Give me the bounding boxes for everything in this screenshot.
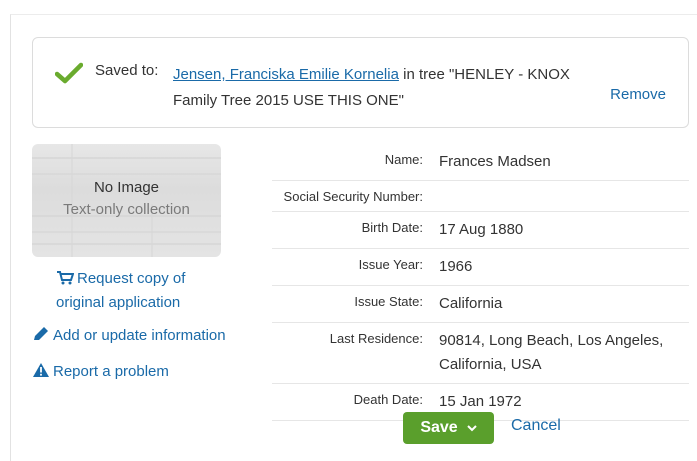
- report-problem-label: Report a problem: [53, 363, 169, 380]
- detail-label: Death Date:: [353, 392, 423, 407]
- saved-to-label: Saved to:: [95, 62, 159, 79]
- detail-value: Frances Madsen: [439, 153, 551, 170]
- cart-icon: [56, 270, 75, 292]
- no-image-title: No Image: [93, 179, 160, 196]
- detail-label: Birth Date:: [361, 220, 423, 235]
- detail-row-issue-year: Issue Year: 1966: [272, 249, 689, 286]
- text-only-subtitle: Text-only collection: [63, 201, 190, 218]
- detail-value: 90814, Long Beach, Los Angeles, Californ…: [439, 332, 664, 373]
- detail-label: Last Residence:: [329, 331, 423, 346]
- saved-to-text: Jensen, Franciska Emilie Kornelia in tre…: [173, 62, 603, 114]
- add-update-label: Add or update information: [53, 327, 226, 344]
- saved-tree-text-1: in tree "HENLEY - KNOX: [398, 66, 570, 83]
- detail-label: Issue Year:: [358, 257, 423, 272]
- detail-label: Social Security Number:: [283, 189, 423, 204]
- detail-value: California: [439, 295, 503, 312]
- request-copy-label: Request copy of original application: [56, 270, 186, 311]
- detail-label: Name:: [384, 152, 423, 167]
- checkmark-icon: [55, 62, 83, 84]
- record-image-thumbnail[interactable]: No Image Text-only collection: [32, 144, 221, 257]
- report-problem-link[interactable]: Report a problem: [32, 361, 169, 385]
- detail-row-last-residence: Last Residence: 90814, Long Beach, Los A…: [272, 323, 689, 384]
- detail-row-issue-state: Issue State: California: [272, 286, 689, 323]
- detail-row-ssn: Social Security Number:: [272, 181, 689, 212]
- chevron-down-icon: [466, 425, 477, 432]
- detail-value: 1966: [439, 258, 473, 275]
- add-update-link[interactable]: Add or update information: [32, 325, 226, 349]
- saved-tree-text-2: Family Tree 2015 USE THIS ONE": [173, 92, 404, 109]
- saved-to-banner: Saved to: Jensen, Franciska Emilie Korne…: [32, 37, 689, 128]
- save-button[interactable]: Save: [403, 412, 494, 444]
- warning-icon: [32, 362, 50, 385]
- pencil-icon: [32, 326, 50, 349]
- detail-row-birth-date: Birth Date: 17 Aug 1880: [272, 212, 689, 249]
- cancel-link[interactable]: Cancel: [511, 417, 561, 435]
- detail-row-name: Name: Frances Madsen: [272, 144, 689, 181]
- record-details-table: Name: Frances Madsen Social Security Num…: [272, 144, 689, 421]
- detail-value: 17 Aug 1880: [439, 221, 524, 238]
- detail-label: Issue State:: [354, 294, 423, 309]
- saved-person-link[interactable]: Jensen, Franciska Emilie Kornelia: [173, 66, 399, 83]
- detail-value: [423, 187, 689, 205]
- save-button-label: Save: [420, 419, 458, 436]
- detail-value: 15 Jan 1972: [439, 393, 522, 410]
- request-copy-link[interactable]: Request copy of original application: [56, 268, 226, 314]
- remove-link[interactable]: Remove: [610, 86, 666, 103]
